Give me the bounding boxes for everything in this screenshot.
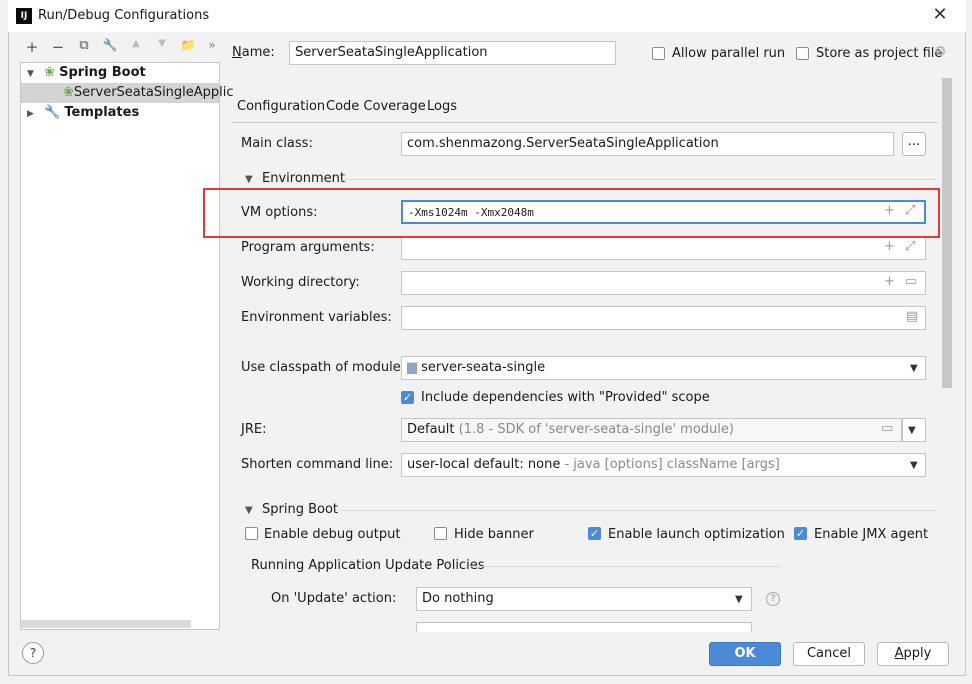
jmx-agent-label: Enable JMX agent [814,527,929,542]
include-deps-label: Include dependencies with "Provided" sco… [421,390,710,405]
on-frame-deactivation-select[interactable] [416,622,752,632]
tab-code-coverage[interactable]: Code Coverage [322,96,430,122]
shorten-value: user-local default: none [407,457,561,472]
environment-section-label: Environment [262,171,346,186]
folder-icon[interactable]: ▭ [905,274,917,289]
close-icon[interactable]: ✕ [930,4,950,25]
debug-output-checkbox[interactable] [245,527,258,540]
tab-configuration[interactable]: Configuration [233,96,330,125]
store-project-label: Store as project file [816,46,943,61]
document-icon[interactable]: ▤ [906,309,918,324]
chevron-down-icon[interactable]: ▼ [245,174,253,185]
panel-clip [232,632,938,640]
debug-output-label: Enable debug output [264,527,401,542]
window-title: Run/Debug Configurations [38,8,210,23]
jre-label: JRE: [241,422,267,437]
divider [342,510,936,511]
include-deps-checkbox[interactable]: ✓ [401,391,414,404]
help-button[interactable]: ? [22,642,44,664]
wrench-icon[interactable]: 🔧 [100,38,120,52]
spring-app-icon: ❀ [63,85,74,100]
spring-boot-section-label: Spring Boot [262,502,339,517]
tree-scrollbar[interactable] [21,620,191,628]
intellij-logo-icon: IJ [16,8,32,24]
jmx-agent-checkbox[interactable]: ✓ [794,527,807,540]
launch-optimization-label: Enable launch optimization [608,527,785,542]
config-tree[interactable]: ▼ ❀ Spring Boot ❀ServerSeataSingleApplic… [20,62,234,630]
spring-boot-icon: ❀ [44,65,55,80]
add-icon[interactable]: + [22,38,42,56]
wrench-icon: 🔧 [44,105,61,120]
apply-button[interactable]: Apply [877,642,949,666]
panel-scrollbar[interactable] [942,78,952,388]
tree-item-spring-boot[interactable]: ▼ ❀ Spring Boot [27,63,146,83]
expand-icon[interactable]: ⤢ [905,239,915,254]
tree-item-templates[interactable]: ▶ 🔧 Templates [27,103,139,123]
name-label: Name: [232,45,275,60]
plus-icon[interactable]: + [884,274,895,289]
env-vars-label: Environment variables: [241,310,392,325]
cancel-button[interactable]: Cancel [793,642,865,666]
jre-value: Default [407,422,455,437]
classpath-select[interactable]: ▆ server-seata-single [401,356,926,380]
divider [470,566,780,567]
on-update-label: On 'Update' action: [271,591,397,606]
shorten-hint: - java [options] className [args] [560,457,780,472]
tab-logs[interactable]: Logs [423,96,461,122]
program-args-label: Program arguments: [241,240,375,255]
name-input[interactable]: ServerSeataSingleApplication [289,41,616,65]
env-vars-input[interactable] [401,306,926,330]
jre-dropdown-button[interactable]: ▼ [902,418,926,442]
allow-parallel-label: Allow parallel run [672,46,786,61]
allow-parallel-checkbox[interactable] [652,47,665,60]
dropdown-arrow-icon: ▼ [908,425,916,436]
launch-optimization-checkbox[interactable]: ✓ [588,527,601,540]
tree-label: Spring Boot [59,65,146,80]
classpath-value: server-seata-single [421,360,546,375]
hide-banner-label: Hide banner [454,527,534,542]
tree-label: ServerSeataSingleApplic [73,85,234,100]
move-down-icon[interactable]: ▼ [152,38,172,49]
help-icon[interactable]: ? [766,592,780,606]
main-class-label: Main class: [241,136,313,151]
plus-icon[interactable]: + [884,239,895,254]
gear-icon[interactable]: ⚙ [934,44,947,60]
update-policies-label: Running Application Update Policies [251,558,485,573]
highlight-box [203,188,940,238]
more-icon[interactable]: » [202,38,222,52]
chevron-right-icon: ▶ [27,109,34,119]
folder-icon[interactable]: 📁 [178,38,198,52]
shorten-label: Shorten command line: [241,457,394,472]
main-class-input[interactable]: com.shenmazong.ServerSeataSingleApplicat… [401,132,894,156]
remove-icon[interactable]: − [48,38,68,56]
chevron-down-icon[interactable]: ▼ [245,505,253,516]
browse-main-class-button[interactable]: ... [902,132,926,156]
dropdown-arrow-icon[interactable]: ▼ [910,363,918,374]
store-project-checkbox[interactable] [796,47,809,60]
module-folder-icon: ▆ [407,360,417,375]
working-dir-input[interactable] [401,271,926,295]
jre-hint: (1.8 - SDK of 'server-seata-single' modu… [454,422,734,437]
move-up-icon[interactable]: ▲ [126,38,146,49]
classpath-label: Use classpath of module: [241,360,406,375]
tree-label: Templates [64,105,140,120]
program-args-input[interactable] [401,236,926,260]
dropdown-arrow-icon[interactable]: ▼ [735,594,743,605]
shorten-select[interactable]: user-local default: none - java [options… [401,453,926,477]
tree-item-app[interactable]: ❀ServerSeataSingleApplic [21,83,234,103]
ok-button[interactable]: OK [709,642,781,666]
folder-icon[interactable]: ▭ [881,421,893,436]
on-update-select[interactable]: Do nothing [416,587,752,611]
copy-icon[interactable]: ⧉ [74,38,94,53]
divider [342,179,936,180]
chevron-down-icon: ▼ [27,69,34,79]
hide-banner-checkbox[interactable] [434,527,447,540]
working-dir-label: Working directory: [241,275,360,290]
jre-input[interactable]: Default (1.8 - SDK of 'server-seata-sing… [401,418,902,442]
dropdown-arrow-icon[interactable]: ▼ [910,460,918,471]
